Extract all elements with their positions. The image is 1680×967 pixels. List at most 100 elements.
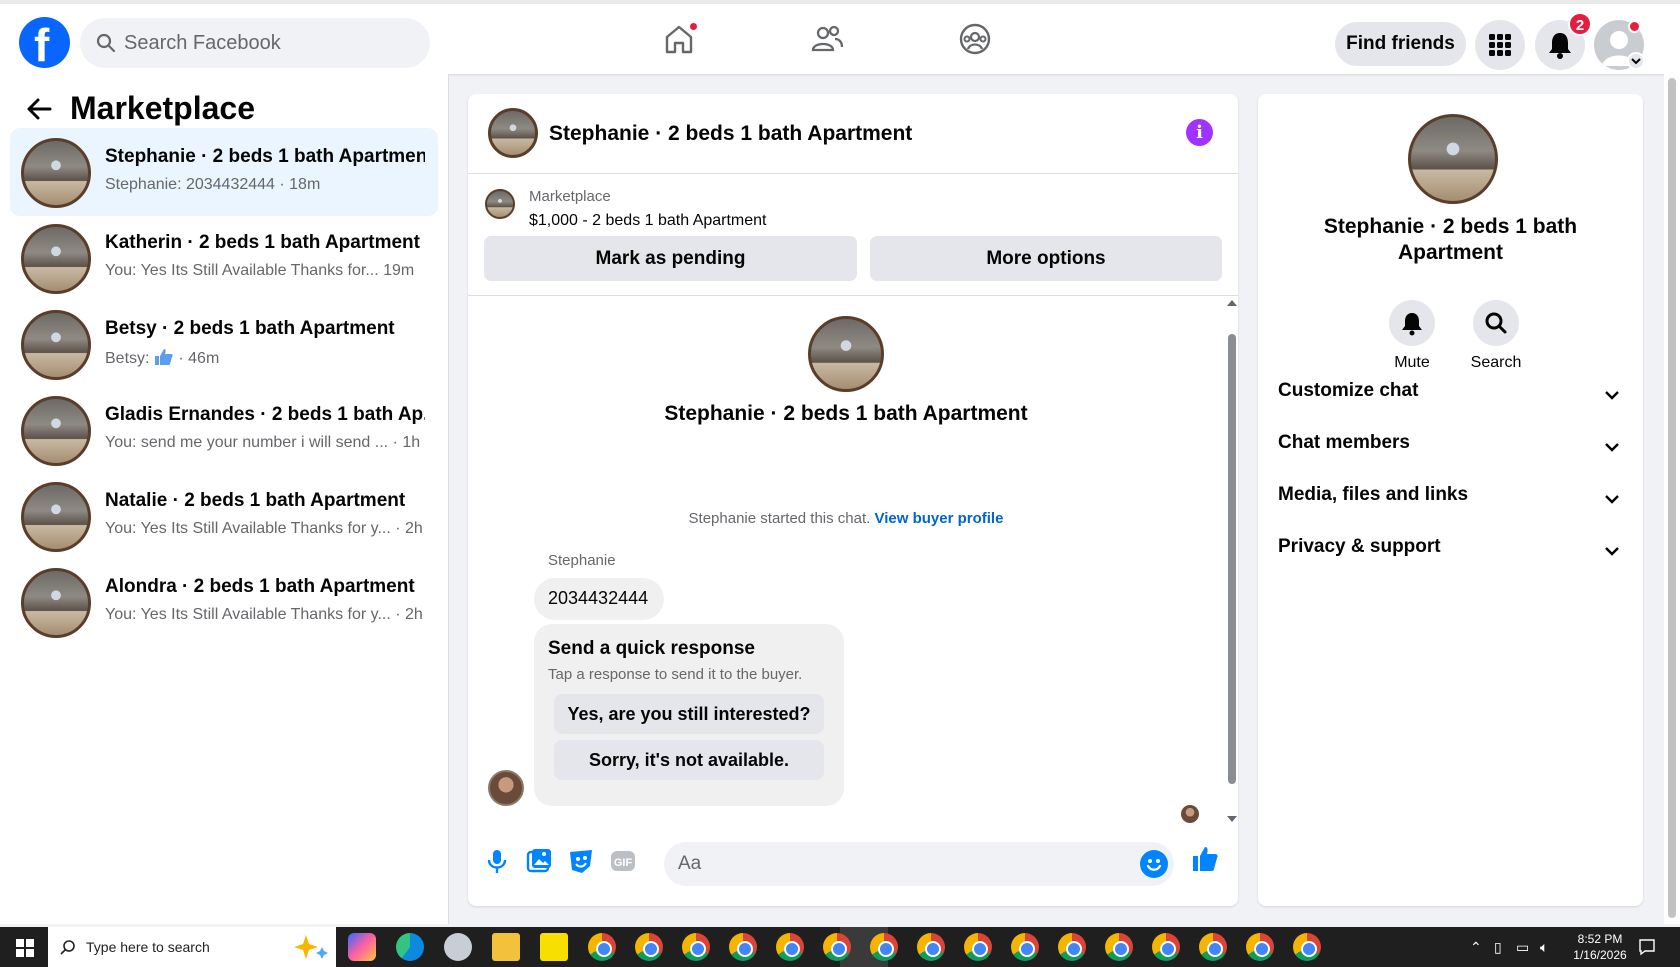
windows-start-icon[interactable]: [16, 939, 34, 957]
search-icon: [1485, 312, 1507, 334]
conversation-item[interactable]: Alondra · 2 beds 1 bath Apartment You: Y…: [10, 558, 438, 646]
media-files-links-section[interactable]: Media, files and links: [1278, 484, 1623, 524]
chat-details-panel: Stephanie · 2 beds 1 bath Apartment Mute…: [1258, 94, 1643, 906]
section-label: Privacy & support: [1278, 536, 1441, 557]
emoji-icon[interactable]: [1140, 850, 1168, 878]
view-buyer-profile-link[interactable]: View buyer profile: [875, 510, 1004, 527]
sticker-icon[interactable]: [566, 846, 596, 876]
chrome-app-icon[interactable]: [776, 933, 804, 961]
scroll-up-arrow-icon[interactable]: [1227, 300, 1237, 306]
scroll-thumb[interactable]: [1228, 334, 1236, 784]
thread-scrollbar[interactable]: [1224, 296, 1238, 826]
file-explorer-icon[interactable]: [492, 933, 520, 961]
search-action[interactable]: Search: [1456, 300, 1536, 372]
facebook-search-input[interactable]: [124, 18, 414, 68]
mute-button[interactable]: [1389, 300, 1435, 346]
chrome-app-icon[interactable]: [823, 933, 851, 961]
menu-button[interactable]: [1475, 20, 1525, 70]
message-sender-name: Stephanie: [548, 552, 616, 569]
mute-action[interactable]: Mute: [1372, 300, 1452, 372]
chrome-app-icon[interactable]: [1011, 933, 1039, 961]
more-options-button[interactable]: More options: [870, 236, 1222, 281]
find-friends-button[interactable]: Find friends: [1335, 22, 1466, 66]
chrome-app-icon[interactable]: [1293, 933, 1321, 961]
conversation-preview: Stephanie: 2034432444 · 18m: [105, 176, 321, 193]
chat-avatar[interactable]: [488, 108, 538, 158]
sender-avatar[interactable]: [488, 770, 524, 806]
scroll-down-arrow-icon[interactable]: [1227, 816, 1237, 822]
chrome-app-icon[interactable]: [1058, 933, 1086, 961]
chrome-app-icon[interactable]: [1246, 933, 1274, 961]
thumbs-up-send-icon[interactable]: [1190, 844, 1220, 874]
chat-title[interactable]: Stephanie · 2 beds 1 bath Apartment: [549, 122, 912, 146]
chrome-app-icon[interactable]: [588, 933, 616, 961]
system-clock[interactable]: 8:52 PM 1/16/2026: [1560, 931, 1640, 963]
listing-price[interactable]: $1,000 - 2 beds 1 bath Apartment: [529, 212, 767, 230]
clock-date: 1/16/2026: [1573, 948, 1627, 962]
copilot-app-icon[interactable]: [348, 933, 376, 961]
preview-sender: Betsy:: [105, 350, 150, 367]
listing-avatar: [21, 396, 91, 466]
microphone-icon[interactable]: [482, 846, 512, 876]
conversation-item[interactable]: Natalie · 2 beds 1 bath Apartment You: Y…: [10, 472, 438, 560]
notification-center-icon[interactable]: [1638, 938, 1656, 956]
privacy-support-section[interactable]: Privacy & support: [1278, 536, 1623, 576]
customize-chat-section[interactable]: Customize chat: [1278, 380, 1623, 420]
chrome-app-icon[interactable]: [682, 933, 710, 961]
message-composer: GIF: [468, 834, 1238, 894]
page-scroll-thumb[interactable]: [1668, 78, 1676, 918]
top-navigation-bar: f Find friends 2: [0, 0, 1680, 74]
thumbs-up-icon: [154, 349, 173, 365]
tray-overflow-chevron-icon[interactable]: ⌃: [1470, 939, 1482, 956]
chat-members-section[interactable]: Chat members: [1278, 432, 1623, 472]
chrome-app-icon[interactable]: [870, 933, 898, 961]
message-input-box[interactable]: [664, 842, 1174, 886]
network-icon[interactable]: ▭: [1516, 939, 1529, 956]
details-avatar: [1408, 114, 1498, 204]
conversation-preview: You: Yes Its Still Available Thanks for …: [105, 606, 423, 623]
message-input[interactable]: [678, 842, 1118, 886]
chrome-app-icon[interactable]: [729, 933, 757, 961]
facebook-search[interactable]: [80, 18, 430, 68]
sticky-notes-icon[interactable]: [540, 933, 568, 961]
listing-thumbnail[interactable]: [485, 189, 515, 219]
paint-app-icon[interactable]: [444, 933, 472, 961]
search-conversation-button[interactable]: [1473, 300, 1519, 346]
chevron-down-icon[interactable]: [1627, 52, 1645, 70]
facebook-logo[interactable]: f: [19, 17, 70, 71]
taskbar-search-input[interactable]: [86, 927, 266, 967]
tray-device-icon[interactable]: ▯: [1494, 939, 1502, 956]
taskbar-search[interactable]: [48, 927, 336, 967]
conversation-item[interactable]: Stephanie · 2 beds 1 bath Apartment Step…: [10, 128, 438, 216]
chrome-app-icon[interactable]: [1105, 933, 1133, 961]
info-icon[interactable]: i: [1186, 119, 1213, 146]
quick-response-subtitle: Tap a response to send it to the buyer.: [548, 666, 803, 683]
chrome-app-icon[interactable]: [1152, 933, 1180, 961]
conversation-item[interactable]: Katherin · 2 beds 1 bath Apartment You: …: [10, 214, 438, 302]
quick-reply-not-available[interactable]: Sorry, it's not available.: [554, 740, 824, 780]
page-scrollbar[interactable]: [1664, 74, 1680, 924]
edge-app-icon[interactable]: [396, 933, 424, 961]
conversation-item[interactable]: Gladis Ernandes · 2 beds 1 bath Ap... Yo…: [10, 386, 438, 474]
clock-time: 8:52 PM: [1577, 932, 1623, 946]
friends-icon[interactable]: [810, 22, 850, 62]
search-icon: [60, 940, 75, 955]
back-arrow-icon[interactable]: [26, 98, 52, 120]
conversation-item[interactable]: Betsy · 2 beds 1 bath Apartment Betsy: ·…: [10, 300, 438, 388]
chrome-app-icon[interactable]: [917, 933, 945, 961]
volume-icon[interactable]: 🔈︎: [1540, 939, 1548, 956]
chrome-app-icon[interactable]: [964, 933, 992, 961]
section-label: Chat members: [1278, 432, 1410, 453]
listing-avatar: [21, 224, 91, 294]
gif-icon[interactable]: GIF: [608, 846, 638, 876]
photo-icon[interactable]: [524, 846, 554, 876]
groups-icon[interactable]: [958, 22, 998, 62]
chrome-app-icon[interactable]: [1199, 933, 1227, 961]
search-label: Search: [1470, 354, 1522, 371]
chrome-app-icon[interactable]: [635, 933, 663, 961]
quick-reply-still-interested[interactable]: Yes, are you still interested?: [554, 694, 824, 734]
mark-as-pending-button[interactable]: Mark as pending: [484, 236, 857, 281]
section-label: Customize chat: [1278, 380, 1419, 401]
conversation-preview: You: Yes Its Still Available Thanks for.…: [105, 262, 415, 279]
grid-menu-icon: [1489, 34, 1511, 56]
